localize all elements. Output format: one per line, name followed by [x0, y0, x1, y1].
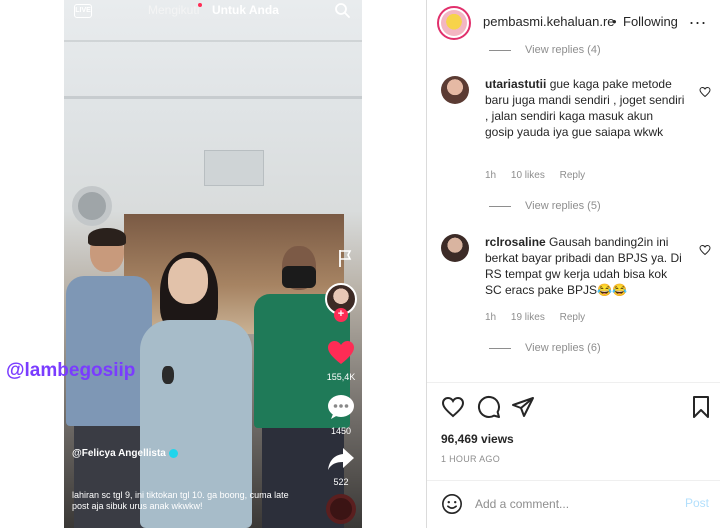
comment-input[interactable]	[475, 493, 665, 515]
post-time: 1 HOUR AGO	[441, 454, 501, 464]
share-count: 522	[333, 477, 349, 487]
reply-button[interactable]: Reply	[560, 170, 586, 181]
comment-text: rclrosaline Gausah banding2in ini berkat…	[485, 234, 685, 298]
comment-likes[interactable]: 19 likes	[511, 312, 545, 323]
notification-dot	[198, 3, 202, 7]
share-arrow-icon	[328, 448, 354, 470]
view-replies-label[interactable]: View replies (6)	[525, 342, 601, 354]
divider-line	[489, 49, 511, 51]
share-paper-plane-icon[interactable]	[511, 395, 535, 419]
post-actions-bar	[427, 382, 720, 428]
comment-time: 1h	[485, 312, 497, 323]
follow-plus-icon[interactable]: +	[334, 308, 348, 322]
comments-list[interactable]: View replies (4) utariastutii gue kaga p…	[427, 44, 720, 382]
watermark-text: @lambegosiip	[6, 360, 136, 381]
comment-text: utariastutii gue kaga pake metode baru j…	[485, 76, 685, 140]
like-button[interactable]: 155,4K	[324, 340, 358, 382]
commenter-username[interactable]: rclrosaline	[485, 235, 546, 249]
creator-avatar[interactable]: +	[324, 283, 358, 322]
username-text[interactable]: @Felicya Angellista	[72, 448, 166, 459]
search-icon[interactable]	[334, 2, 350, 18]
header-separator: •	[612, 14, 617, 29]
person-center-head	[168, 258, 208, 304]
following-button[interactable]: Following	[623, 14, 678, 29]
view-replies-button[interactable]: View replies (6)	[489, 342, 601, 354]
post-panel: pembasmi.kehaluan.re • Following ... Vie…	[426, 0, 720, 528]
creator-username[interactable]: @Felicya Angellista	[72, 448, 178, 459]
heart-icon	[328, 341, 354, 364]
video-player[interactable]: LIVE Mengikuti Untuk Anda + 155,4K 1450 …	[64, 0, 362, 528]
like-count: 155,4K	[326, 372, 356, 382]
comment-time: 1h	[485, 170, 497, 181]
view-replies-button[interactable]: View replies (4)	[489, 44, 601, 56]
divider-line	[489, 205, 511, 207]
commenter-avatar[interactable]	[441, 76, 469, 104]
divider-line	[489, 347, 511, 349]
account-avatar[interactable]	[437, 6, 471, 40]
view-replies-label[interactable]: View replies (5)	[525, 200, 601, 212]
view-count[interactable]: 96,469 views	[441, 432, 514, 446]
bookmark-icon[interactable]	[689, 395, 713, 419]
verified-badge-icon	[168, 448, 178, 458]
view-replies-label[interactable]: View replies (4)	[525, 44, 601, 56]
more-options-icon[interactable]: ...	[689, 8, 707, 29]
person-left-hair	[88, 228, 126, 246]
pendant	[162, 366, 174, 384]
emoji-icon[interactable]	[441, 493, 463, 515]
commenter-avatar[interactable]	[441, 234, 469, 262]
music-disc-icon[interactable]	[326, 494, 356, 524]
ceiling-rail	[64, 40, 362, 42]
account-username[interactable]: pembasmi.kehaluan.re	[483, 14, 615, 29]
report-flag-icon[interactable]	[336, 248, 354, 268]
comment-meta: 1h 10 likes Reply	[485, 170, 597, 181]
tab-following[interactable]: Mengikuti	[148, 3, 199, 19]
share-button[interactable]: 522	[324, 447, 358, 487]
avatar-image	[441, 10, 467, 36]
video-caption: lahiran sc tgl 9, ini tiktokan tgl 10. g…	[72, 490, 289, 511]
comment-meta: 1h 19 likes Reply	[485, 312, 597, 323]
comment-button[interactable]: 1450	[324, 394, 358, 436]
tab-for-you[interactable]: Untuk Anda	[212, 3, 279, 19]
like-heart-icon[interactable]	[699, 86, 711, 98]
lamp	[72, 186, 112, 226]
ceiling-light	[204, 150, 264, 186]
view-replies-button[interactable]: View replies (5)	[489, 200, 601, 212]
post-button[interactable]: Post	[685, 496, 709, 510]
comment-count: 1450	[330, 426, 352, 436]
comment-bubble-icon	[328, 395, 354, 419]
commenter-username[interactable]: utariastutii	[485, 77, 546, 91]
ceiling-rail	[64, 96, 362, 99]
add-comment-bar: Post	[427, 480, 720, 528]
comment-likes[interactable]: 10 likes	[511, 170, 545, 181]
view-count-text: 96,469 views	[441, 432, 514, 446]
post-header: pembasmi.kehaluan.re • Following ...	[427, 0, 720, 44]
face-mask	[282, 266, 316, 288]
screen: LIVE Mengikuti Untuk Anda + 155,4K 1450 …	[0, 0, 720, 528]
like-heart-icon[interactable]	[699, 244, 711, 256]
live-icon[interactable]: LIVE	[74, 4, 92, 18]
like-heart-icon[interactable]	[441, 395, 465, 419]
comment-icon[interactable]	[477, 395, 501, 419]
reply-button[interactable]: Reply	[560, 312, 586, 323]
